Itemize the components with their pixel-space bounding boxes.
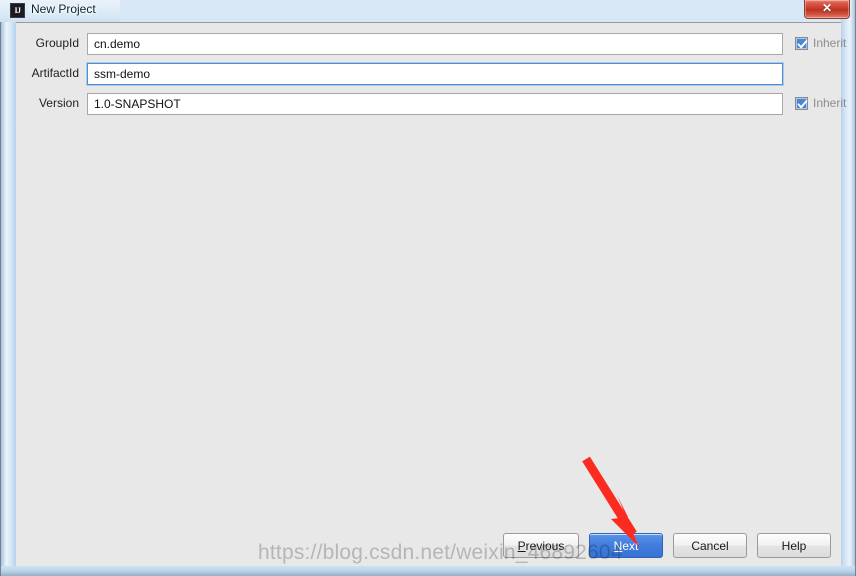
checkbox-checked-icon	[795, 96, 808, 110]
window-outline-left	[0, 0, 1, 576]
intellij-idea-icon: IJ	[10, 3, 25, 18]
inherit-checkbox-groupid[interactable]: Inherit	[795, 36, 846, 50]
inherit-label: Inherit	[813, 96, 847, 110]
dialog-button-bar: Previous Next Cancel Help	[16, 533, 841, 567]
new-project-dialog-window: IJ New Project ✕ GroupId Inherit ArtifactI…	[0, 0, 856, 576]
groupid-input[interactable]	[87, 33, 783, 55]
version-input[interactable]	[87, 93, 783, 115]
app-icon-glyph: IJ	[14, 5, 21, 15]
checkbox-checked-icon	[795, 36, 808, 50]
dialog-client-area: GroupId Inherit ArtifactId Version Inherit P…	[16, 22, 846, 567]
artifactid-input[interactable]	[87, 63, 783, 85]
inherit-label: Inherit	[813, 36, 847, 50]
field-label-version: Version	[38, 96, 79, 110]
inherit-checkbox-version[interactable]: Inherit	[795, 96, 846, 110]
cancel-button-label: Cancel	[691, 538, 729, 553]
window-frame-right-edge	[841, 0, 856, 576]
title-bar[interactable]: IJ New Project ✕	[0, 0, 856, 22]
field-label-artifactid: ArtifactId	[31, 66, 79, 80]
close-button[interactable]: ✕	[804, 0, 850, 19]
next-button-label: Next	[613, 538, 639, 553]
previous-button[interactable]: Previous	[503, 533, 579, 558]
window-title: New Project	[31, 2, 96, 16]
field-label-groupid: GroupId	[35, 36, 79, 50]
help-button-label: Help	[781, 538, 807, 553]
help-button[interactable]: Help	[757, 533, 831, 558]
cancel-button[interactable]: Cancel	[673, 533, 747, 558]
previous-button-label: Previous	[517, 538, 565, 553]
close-icon: ✕	[821, 1, 833, 15]
next-button[interactable]: Next	[589, 533, 663, 558]
window-frame-left-edge	[0, 0, 16, 576]
window-frame-bottom-edge	[0, 566, 856, 576]
